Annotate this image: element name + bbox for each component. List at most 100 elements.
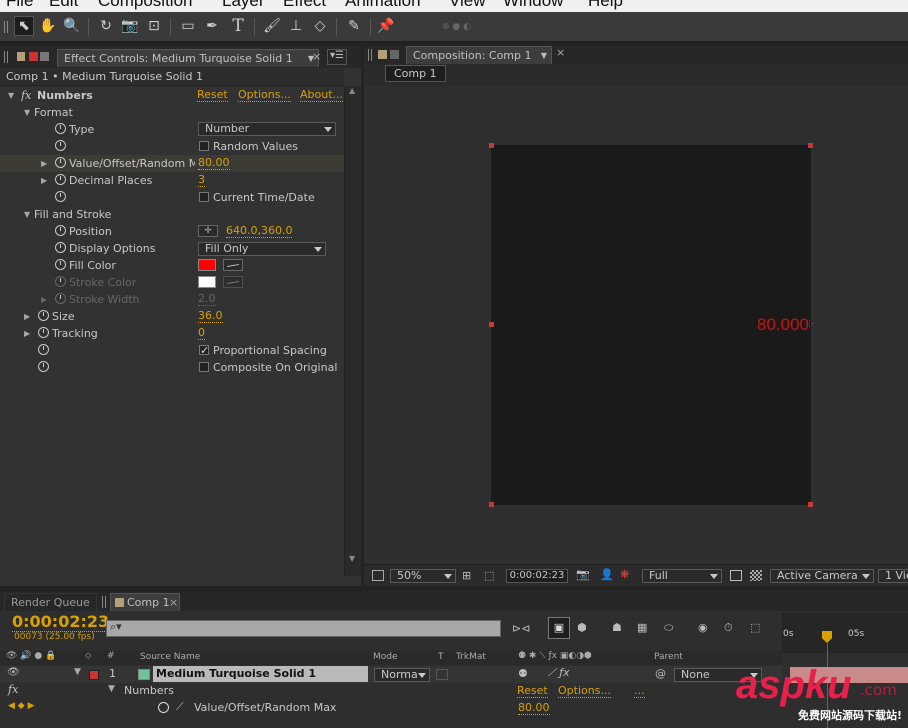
lock-icon[interactable] bbox=[29, 52, 38, 61]
column-parent[interactable]: Parent bbox=[654, 652, 683, 662]
rotation-tool-icon[interactable]: ↻ bbox=[96, 16, 116, 36]
stopwatch-icon[interactable] bbox=[38, 310, 49, 321]
twirl-open-icon[interactable]: ▼ bbox=[108, 684, 115, 694]
twirl-closed-icon[interactable]: ▶ bbox=[41, 172, 47, 189]
options-link[interactable]: Options... bbox=[238, 88, 291, 102]
stopwatch-icon[interactable] bbox=[55, 225, 66, 236]
layer-handle[interactable] bbox=[808, 502, 813, 507]
twirl-closed-icon[interactable]: ▶ bbox=[41, 155, 47, 172]
effect-header-row[interactable]: ▼ fx Numbers Reset Options... About... bbox=[0, 87, 344, 104]
column-trkmat[interactable]: TrkMat bbox=[456, 652, 486, 662]
proportional-spacing-checkbox[interactable] bbox=[199, 342, 209, 359]
auto-keyframe-icon[interactable]: ⏱ bbox=[724, 621, 733, 635]
anchor-point-icon[interactable]: ⊹ bbox=[805, 317, 814, 330]
graph-icon[interactable]: ⟋ bbox=[176, 700, 184, 714]
label-color-swatch[interactable] bbox=[89, 670, 99, 680]
reset-link[interactable]: Reset bbox=[197, 88, 228, 102]
stopwatch-active-icon[interactable] bbox=[55, 157, 66, 168]
effect-row[interactable]: fx ▼ Numbers Reset Options... ... bbox=[0, 683, 782, 700]
scroll-up-icon[interactable]: ▲ bbox=[349, 86, 355, 95]
reset-link[interactable]: Reset bbox=[517, 684, 548, 698]
comp-breadcrumb-tab[interactable]: Comp 1 bbox=[385, 65, 446, 82]
fill-color-swatch[interactable] bbox=[198, 259, 216, 271]
panel-menu-icon[interactable]: ▾☰ bbox=[327, 49, 347, 65]
time-ruler[interactable]: 0s 05s bbox=[782, 613, 908, 653]
group-format[interactable]: ▼ Format bbox=[0, 104, 344, 121]
eyedropper-icon[interactable] bbox=[223, 276, 243, 288]
scroll-down-icon[interactable]: ▼ bbox=[349, 554, 355, 563]
region-of-interest-icon[interactable] bbox=[730, 570, 742, 581]
playhead-icon[interactable] bbox=[822, 631, 832, 643]
camera-tool-icon[interactable]: 📷 bbox=[120, 16, 140, 36]
menu-file[interactable]: File bbox=[6, 0, 33, 11]
twirl-open-icon[interactable]: ▼ bbox=[24, 206, 30, 223]
stroke-color-swatch[interactable] bbox=[198, 276, 216, 288]
menu-window[interactable]: Window bbox=[503, 0, 563, 11]
value-offset-field[interactable]: 80.00 bbox=[198, 156, 230, 170]
stopwatch-active-icon[interactable] bbox=[158, 702, 169, 713]
layer-row[interactable]: 👁 ▼ 1 Medium Turquoise Solid 1 Norma ⚉ ⟋… bbox=[0, 666, 782, 683]
twirl-open-icon[interactable]: ▼ bbox=[74, 667, 81, 677]
crosshair-icon[interactable]: ✛ bbox=[198, 225, 218, 237]
chevron-down-icon[interactable]: ▼ bbox=[541, 47, 547, 64]
grid-icon[interactable]: ⊞ bbox=[462, 569, 471, 582]
close-icon[interactable]: × bbox=[169, 594, 178, 611]
eraser-tool-icon[interactable]: ◇ bbox=[310, 16, 330, 36]
size-field[interactable]: 36.0 bbox=[198, 309, 223, 323]
close-icon[interactable]: × bbox=[556, 46, 565, 59]
tab-render-queue[interactable]: Render Queue bbox=[4, 593, 97, 611]
type-tool-icon[interactable]: T bbox=[228, 16, 248, 36]
frame-blending-icon[interactable]: ▦ bbox=[637, 621, 647, 634]
resolution-dropdown[interactable]: Full bbox=[642, 569, 722, 583]
hand-tool-icon[interactable]: ✋ bbox=[38, 16, 58, 36]
stopwatch-icon[interactable] bbox=[55, 293, 66, 304]
stopwatch-icon[interactable] bbox=[38, 361, 49, 372]
stopwatch-icon[interactable] bbox=[55, 259, 66, 270]
column-mode[interactable]: Mode bbox=[373, 652, 398, 662]
vertical-scrollbar[interactable]: ▲ ▼ bbox=[344, 86, 361, 576]
layer-handle[interactable] bbox=[808, 143, 813, 148]
show-snapshot-icon[interactable]: 👤 bbox=[600, 568, 614, 581]
menu-composition[interactable]: Composition bbox=[98, 0, 193, 11]
twirl-closed-icon[interactable]: ▶ bbox=[41, 291, 47, 308]
twirl-closed-icon[interactable]: ▶ bbox=[24, 308, 30, 325]
clone-stamp-tool-icon[interactable]: ⊥ bbox=[286, 16, 306, 36]
panel-grip-icon[interactable] bbox=[368, 49, 374, 61]
property-row[interactable]: ◀ ◆ ▶ ⟋ Value/Offset/Random Max 80.00 bbox=[0, 700, 782, 717]
stroke-width-field[interactable]: 2.0 bbox=[198, 292, 216, 306]
fx-icon[interactable]: fx bbox=[8, 683, 18, 696]
tab-composition[interactable]: Composition: Comp 1 ▼ bbox=[406, 46, 552, 64]
twirl-closed-icon[interactable]: ▶ bbox=[24, 325, 30, 342]
group-fill-and-stroke[interactable]: ▼ Fill and Stroke bbox=[0, 206, 344, 223]
canvas-number-text[interactable]: 80.000 bbox=[757, 315, 809, 335]
comp-canvas[interactable]: 80.000 ⊹ bbox=[491, 145, 814, 505]
stopwatch-icon[interactable] bbox=[38, 344, 49, 355]
fx-icon[interactable]: fx bbox=[21, 87, 31, 104]
timecode-field[interactable]: 0:00:02:23 bbox=[506, 569, 568, 583]
stopwatch-icon[interactable] bbox=[55, 174, 66, 185]
stopwatch-icon[interactable] bbox=[38, 327, 49, 338]
graph-editor-icon[interactable]: ⬚ bbox=[750, 621, 760, 634]
pen-tool-icon[interactable]: ✒ bbox=[202, 16, 222, 36]
zoom-tool-icon[interactable]: 🔍 bbox=[62, 16, 82, 36]
selection-tool-icon[interactable]: ⬉ bbox=[14, 16, 34, 36]
comp-mini-flowchart-icon[interactable]: ⊳⊲ bbox=[512, 622, 530, 635]
about-link[interactable]: ... bbox=[634, 684, 645, 698]
current-time-checkbox[interactable] bbox=[199, 192, 209, 202]
transparency-grid-icon[interactable] bbox=[750, 570, 762, 581]
stopwatch-icon[interactable] bbox=[55, 140, 66, 151]
channel-icon[interactable]: ❋ bbox=[620, 568, 629, 581]
decimal-places-field[interactable]: 3 bbox=[198, 173, 205, 187]
shy-switch-icon[interactable]: ⚉ bbox=[518, 667, 528, 680]
always-preview-icon[interactable] bbox=[372, 570, 384, 581]
menu-help[interactable]: Help bbox=[588, 0, 623, 11]
stopwatch-icon[interactable] bbox=[55, 276, 66, 287]
hide-shy-layers-icon[interactable]: ☗ bbox=[612, 621, 622, 634]
label-column-icon[interactable]: ⬦ bbox=[85, 651, 91, 661]
tab-comp-1[interactable]: Comp 1 × bbox=[110, 593, 180, 611]
position-field[interactable]: 640.0,360.0 bbox=[226, 224, 293, 238]
options-link[interactable]: Options... bbox=[558, 684, 611, 698]
panel-grip-icon[interactable] bbox=[4, 51, 10, 63]
close-icon[interactable]: × bbox=[312, 50, 321, 63]
column-source-name[interactable]: Source Name bbox=[140, 652, 200, 662]
